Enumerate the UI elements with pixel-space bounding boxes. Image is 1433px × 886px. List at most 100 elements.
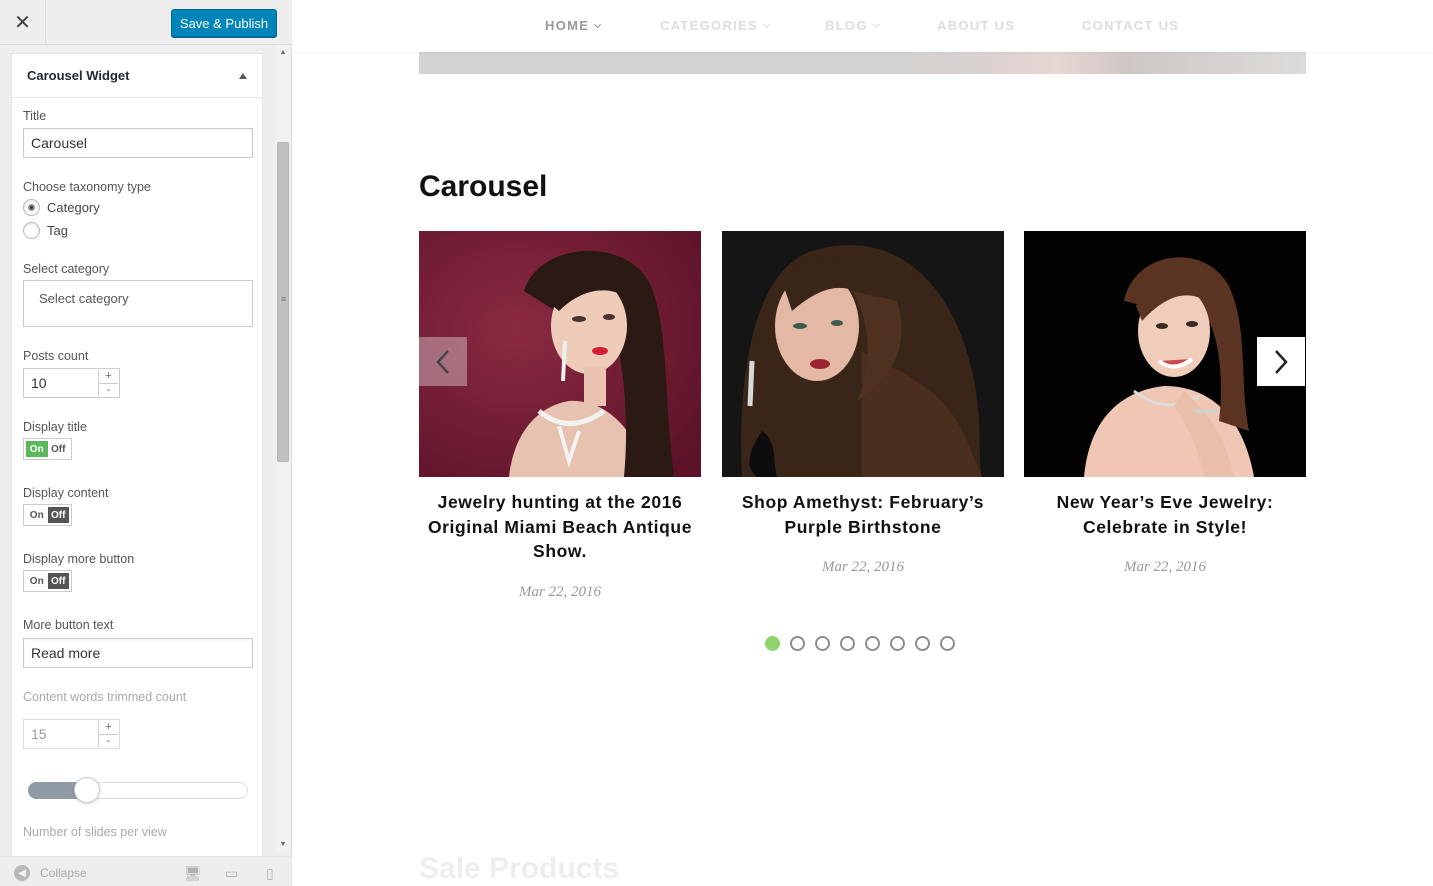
radio-label: Tag [47, 223, 68, 238]
decrement-button[interactable]: - [99, 384, 118, 397]
carousel-dot[interactable] [940, 636, 955, 651]
chevron-left-icon [436, 349, 449, 374]
carousel-card[interactable]: New Year’s Eve Jewelry: Celebrate in Sty… [1024, 231, 1306, 576]
chevron-down-icon [762, 20, 771, 29]
customizer-app: ✕ Save & Publish Carousel Widget Title C… [0, 0, 1433, 886]
more-text-label: More button text [23, 618, 114, 632]
widget-title: Carousel Widget [27, 68, 130, 83]
scroll-down-icon[interactable]: ▼ [276, 839, 290, 851]
post-title[interactable]: Shop Amethyst: February’s Purple Birthst… [722, 490, 1004, 539]
collapse-arrow-icon: ◀ [14, 865, 30, 881]
carousel-dot[interactable] [890, 636, 905, 651]
select-category-label: Select category [23, 262, 110, 276]
nav-item-categories[interactable]: CATEGORIES [660, 18, 771, 33]
carousel-dot[interactable] [915, 636, 930, 651]
carousel-dot[interactable] [865, 636, 880, 651]
post-date: Mar 22, 2016 [821, 559, 905, 575]
toggle-off: Off [47, 507, 69, 523]
carousel-dot[interactable] [815, 636, 830, 651]
carousel-dot[interactable] [840, 636, 855, 651]
post-date: Mar 22, 2016 [1123, 559, 1207, 575]
sidebar-footer: ◀ Collapse 🖥 ▭ ▯ [0, 856, 292, 886]
title-input[interactable]: Carousel [23, 128, 253, 158]
taxonomy-label: Choose taxonomy type [23, 180, 151, 194]
posts-count-stepper[interactable]: + - [98, 370, 118, 396]
toggle-on: On [26, 441, 48, 457]
display-content-toggle[interactable]: On Off [23, 504, 72, 526]
chevron-down-icon [872, 20, 880, 29]
widget-header[interactable]: Carousel Widget [12, 54, 262, 98]
collapse-button[interactable]: ◀ Collapse [14, 865, 87, 881]
scrollbar-thumb[interactable]: ≡ [277, 142, 289, 462]
carousel-dot[interactable] [765, 636, 780, 651]
portrait-image [722, 231, 1004, 477]
title-label: Title [23, 109, 47, 123]
trim-count-value: 15 [31, 726, 47, 742]
carousel-dot[interactable] [790, 636, 805, 651]
display-title-toggle[interactable]: On Off [23, 438, 72, 460]
posts-count-input[interactable]: 10 + - [23, 368, 120, 398]
nav-item-home[interactable]: HOME [545, 18, 602, 33]
nav-item-contact[interactable]: CONTACT US [1082, 18, 1179, 33]
increment-button[interactable]: + [99, 370, 118, 384]
display-more-label: Display more button [23, 552, 135, 566]
nav-label: BLOG [825, 18, 868, 33]
toggle-off: Off [47, 573, 69, 589]
taxonomy-radio-tag[interactable]: Tag [23, 222, 68, 239]
posts-count-label: Posts count [23, 349, 89, 363]
customizer-sidebar: ✕ Save & Publish Carousel Widget Title C… [0, 0, 292, 886]
decrement-button[interactable]: - [99, 735, 118, 748]
radio-selected-dot [28, 204, 35, 211]
display-content-label: Display content [23, 486, 109, 500]
carousel-heading: Carousel [419, 170, 548, 203]
carousel-card[interactable]: Shop Amethyst: February’s Purple Birthst… [722, 231, 1004, 576]
nav-item-about[interactable]: ABOUT US [937, 18, 1015, 33]
top-navigation: HOME CATEGORIES BLOG ABOUT US CONTACT US [293, 0, 1433, 52]
tablet-icon[interactable]: ▭ [225, 865, 238, 882]
carousel-widget-panel: Carousel Widget Title Carousel Choose ta… [11, 53, 263, 856]
sidebar-header: ✕ Save & Publish [0, 0, 292, 45]
taxonomy-radio-category[interactable]: Category [23, 199, 100, 216]
post-date: Mar 22, 2016 [518, 583, 602, 600]
display-title-label: Display title [23, 420, 87, 434]
increment-button[interactable]: + [99, 721, 118, 735]
post-title[interactable]: New Year’s Eve Jewelry: Celebrate in Sty… [1024, 490, 1306, 539]
close-button[interactable]: ✕ [0, 0, 46, 45]
select-category-dropdown[interactable]: Select category [23, 280, 253, 327]
chevron-right-icon [1275, 349, 1288, 374]
carousel-pagination [765, 636, 955, 651]
nav-item-blog[interactable]: BLOG [825, 18, 880, 33]
display-more-toggle[interactable]: On Off [23, 570, 72, 592]
save-publish-button[interactable]: Save & Publish [171, 9, 277, 37]
carousel-prev-button[interactable] [419, 337, 467, 386]
radio-button[interactable] [23, 222, 40, 239]
hero-image-bottom [419, 52, 1306, 74]
trim-count-stepper[interactable]: + - [98, 721, 118, 747]
radio-button[interactable] [23, 199, 40, 216]
nav-label: ABOUT US [937, 18, 1016, 33]
mobile-icon[interactable]: ▯ [266, 865, 274, 882]
slides-label: Number of slides per view [23, 825, 167, 839]
carousel-card[interactable]: Jewelry hunting at the 2016 Original Mia… [419, 231, 701, 601]
posts-count-value: 10 [31, 375, 47, 391]
carousel-next-button[interactable] [1257, 337, 1305, 386]
post-title[interactable]: Jewelry hunting at the 2016 Original Mia… [419, 490, 701, 564]
slides-slider-handle[interactable] [74, 777, 100, 803]
sidebar-scrollbar[interactable]: ▲ ≡ ▼ [276, 45, 290, 853]
caret-up-icon[interactable] [239, 72, 247, 79]
radio-label: Category [47, 200, 100, 215]
site-preview: HOME CATEGORIES BLOG ABOUT US CONTACT US… [293, 0, 1433, 886]
sidebar-scroll-area: Carousel Widget Title Carousel Choose ta… [0, 45, 292, 856]
trim-count-input[interactable]: 15 + - [23, 719, 120, 749]
collapse-label: Collapse [40, 866, 87, 880]
chevron-down-icon [594, 20, 602, 29]
desktop-icon[interactable]: 🖥 [184, 865, 202, 882]
scroll-up-icon[interactable]: ▲ [276, 47, 290, 59]
toggle-on: On [29, 509, 44, 521]
more-text-input[interactable]: Read more [23, 638, 253, 668]
nav-label: CONTACT US [1082, 18, 1180, 33]
sale-products-heading: Sale Products [419, 852, 620, 885]
nav-label: CATEGORIES [660, 18, 758, 33]
post-image[interactable] [722, 231, 1004, 477]
toggle-off: Off [51, 443, 66, 455]
